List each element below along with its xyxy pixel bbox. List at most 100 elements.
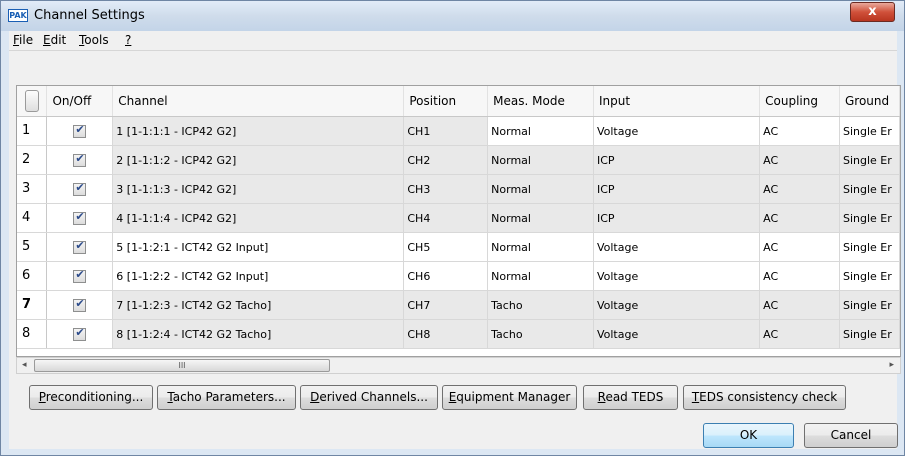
channel-cell[interactable]: 7 [1-1:2:3 - ICT42 G2 Tacho] [112,290,405,320]
ground-cell[interactable]: Single Er [839,174,900,204]
scrollbar-thumb[interactable]: III [34,359,330,372]
scroll-left-arrow-icon[interactable]: ◂ [22,360,27,370]
table-row[interactable]: 7 7 [1-1:2:3 - ICT42 G2 Tacho] CH7 Tacho… [17,290,900,320]
meas-mode-cell[interactable]: Normal [487,203,594,233]
ground-cell[interactable]: Single Er [839,290,900,320]
onoff-cell[interactable] [46,290,114,320]
onoff-checkbox[interactable] [73,210,87,225]
input-cell[interactable]: Voltage [593,116,761,146]
channel-cell[interactable]: 4 [1-1:1:4 - ICP42 G2] [112,203,405,233]
col-header-coupling[interactable]: Coupling [759,86,840,117]
table-row[interactable]: 1 1 [1-1:1:1 - ICP42 G2] CH1 Normal Volt… [17,116,900,146]
coupling-cell[interactable]: AC [759,116,840,146]
channel-cell[interactable]: 1 [1-1:1:1 - ICP42 G2] [112,116,405,146]
coupling-cell[interactable]: AC [759,261,840,291]
table-row[interactable]: 2 2 [1-1:1:2 - ICP42 G2] CH2 Normal ICP … [17,145,900,175]
coupling-cell[interactable]: AC [759,174,840,204]
select-all-button[interactable] [25,89,39,112]
equipment-manager-button[interactable]: Equipment Manager [442,385,577,410]
ok-button[interactable]: OK [703,423,794,448]
col-header-ground[interactable]: Ground [839,86,900,117]
table-row[interactable]: 4 4 [1-1:1:4 - ICP42 G2] CH4 Normal ICP … [17,203,900,233]
coupling-cell[interactable]: AC [759,232,840,262]
table-row[interactable]: 3 3 [1-1:1:3 - ICP42 G2] CH3 Normal ICP … [17,174,900,204]
onoff-checkbox[interactable] [73,123,87,138]
meas-mode-cell[interactable]: Normal [487,116,594,146]
channel-cell[interactable]: 6 [1-1:2:2 - ICT42 G2 Input] [112,261,405,291]
input-cell[interactable]: ICP [593,203,761,233]
preconditioning-button[interactable]: Preconditioning... [29,385,153,410]
menu-edit[interactable]: Edit [43,33,66,47]
coupling-cell[interactable]: AC [759,319,840,349]
onoff-cell[interactable] [46,319,114,349]
row-number[interactable]: 4 [17,203,48,233]
meas-mode-cell[interactable]: Normal [487,232,594,262]
row-number[interactable]: 6 [17,261,48,291]
table-row[interactable]: 8 8 [1-1:2:4 - ICT42 G2 Tacho] CH8 Tacho… [17,319,900,349]
onoff-cell[interactable] [46,261,114,291]
select-all-corner[interactable] [17,86,48,117]
read-teds-button[interactable]: Read TEDS [583,385,678,410]
coupling-cell[interactable]: AC [759,290,840,320]
cancel-button[interactable]: Cancel [804,423,898,448]
col-header-onoff[interactable]: On/Off [46,86,114,117]
meas-mode-cell[interactable]: Tacho [487,319,594,349]
position-cell[interactable]: CH2 [403,145,489,175]
meas-mode-cell[interactable]: Tacho [487,290,594,320]
input-cell[interactable]: Voltage [593,319,761,349]
scroll-right-arrow-icon[interactable]: ▸ [889,360,894,370]
ground-cell[interactable]: Single Er [839,116,900,146]
position-cell[interactable]: CH6 [403,261,489,291]
input-cell[interactable]: Voltage [593,290,761,320]
derived-channels-button[interactable]: Derived Channels... [300,385,438,410]
ground-cell[interactable]: Single Er [839,203,900,233]
onoff-cell[interactable] [46,145,114,175]
onoff-cell[interactable] [46,174,114,204]
col-header-meas-mode[interactable]: Meas. Mode [487,86,594,117]
input-cell[interactable]: Voltage [593,261,761,291]
meas-mode-cell[interactable]: Normal [487,261,594,291]
horizontal-scrollbar[interactable]: ◂ III ▸ [16,357,901,374]
title-bar[interactable]: PAK Channel Settings x [1,1,904,31]
row-number[interactable]: 8 [17,319,48,349]
row-number[interactable]: 7 [17,290,48,320]
coupling-cell[interactable]: AC [759,145,840,175]
position-cell[interactable]: CH7 [403,290,489,320]
teds-consistency-check-button[interactable]: TEDS consistency check [683,385,846,410]
close-button[interactable]: x [850,2,895,22]
onoff-cell[interactable] [46,203,114,233]
table-row[interactable]: 5 5 [1-1:2:1 - ICT42 G2 Input] CH5 Norma… [17,232,900,262]
channel-cell[interactable]: 8 [1-1:2:4 - ICT42 G2 Tacho] [112,319,405,349]
menu-tools[interactable]: Tools [79,33,109,47]
input-cell[interactable]: ICP [593,174,761,204]
position-cell[interactable]: CH1 [403,116,489,146]
onoff-checkbox[interactable] [73,239,87,254]
input-cell[interactable]: ICP [593,145,761,175]
row-number[interactable]: 5 [17,232,48,262]
row-number[interactable]: 1 [17,116,48,146]
onoff-checkbox[interactable] [73,326,87,341]
row-number[interactable]: 2 [17,145,48,175]
col-header-input[interactable]: Input [593,86,761,117]
position-cell[interactable]: CH5 [403,232,489,262]
row-number[interactable]: 3 [17,174,48,204]
channel-cell[interactable]: 2 [1-1:1:2 - ICP42 G2] [112,145,405,175]
onoff-checkbox[interactable] [73,181,87,196]
onoff-checkbox[interactable] [73,268,87,283]
position-cell[interactable]: CH8 [403,319,489,349]
meas-mode-cell[interactable]: Normal [487,174,594,204]
onoff-checkbox[interactable] [73,297,87,312]
onoff-cell[interactable] [46,232,114,262]
position-cell[interactable]: CH4 [403,203,489,233]
ground-cell[interactable]: Single Er [839,261,900,291]
channel-cell[interactable]: 5 [1-1:2:1 - ICT42 G2 Input] [112,232,405,262]
tacho-parameters-button[interactable]: Tacho Parameters... [157,385,296,410]
meas-mode-cell[interactable]: Normal [487,145,594,175]
onoff-checkbox[interactable] [73,152,87,167]
col-header-position[interactable]: Position [403,86,489,117]
position-cell[interactable]: CH3 [403,174,489,204]
ground-cell[interactable]: Single Er [839,145,900,175]
menu-help[interactable]: ? [125,33,131,47]
input-cell[interactable]: Voltage [593,232,761,262]
table-row[interactable]: 6 6 [1-1:2:2 - ICT42 G2 Input] CH6 Norma… [17,261,900,291]
